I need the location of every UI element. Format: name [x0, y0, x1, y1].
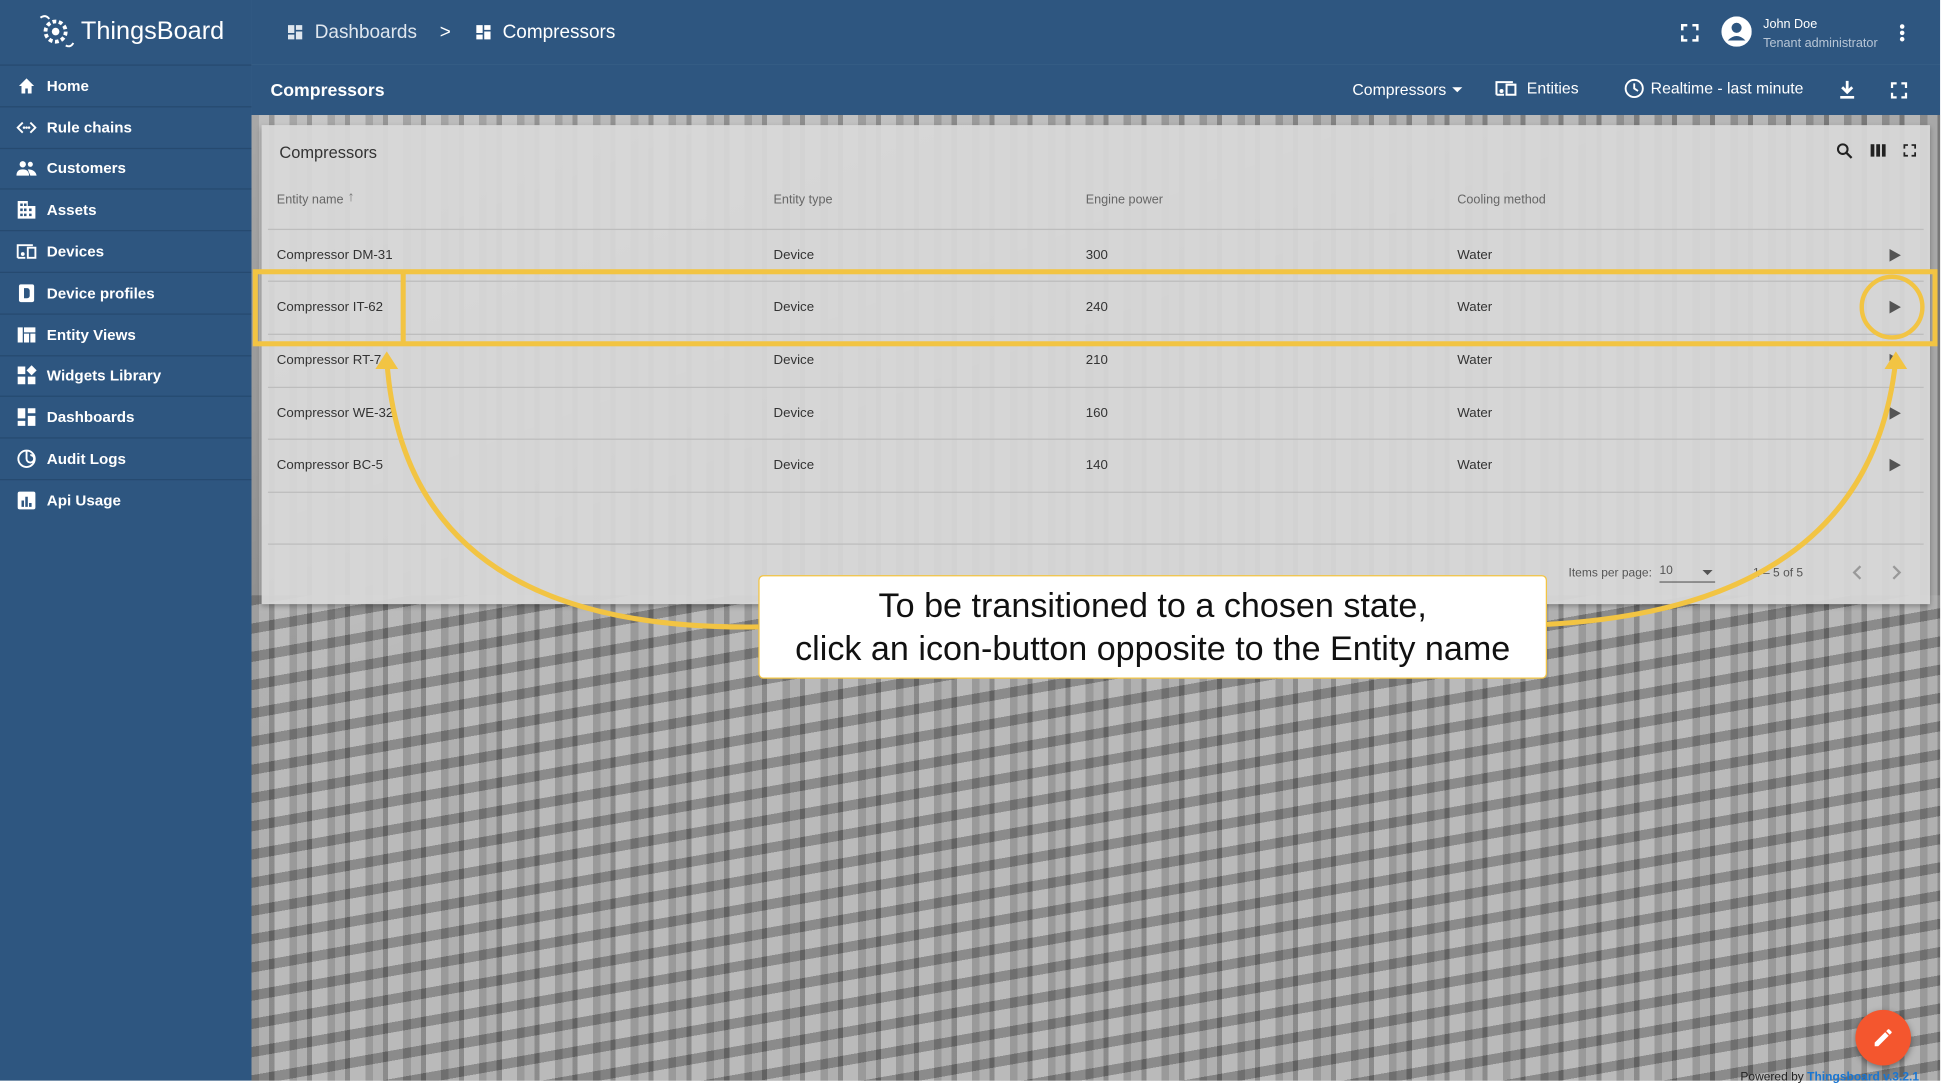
pencil-icon — [1874, 1029, 1892, 1047]
callout-box: To be transitioned to a chosen state, cl… — [758, 575, 1548, 679]
callout-line-2: click an icon-button opposite to the Ent… — [795, 629, 1511, 668]
powered-by: Powered by Thingsboard v.3.2.1 — [1740, 1071, 1919, 1084]
highlight-row-box — [252, 269, 1938, 347]
highlight-button-circle — [1859, 274, 1925, 340]
arrowhead-right — [1884, 351, 1908, 370]
annotation-overlay — [252, 269, 1938, 630]
edit-dashboard-button[interactable] — [1855, 1009, 1912, 1066]
powered-by-text: Powered by — [1740, 1070, 1804, 1084]
callout-line-1: To be transitioned to a chosen state, — [878, 586, 1427, 625]
arrowhead-left — [375, 351, 399, 370]
arrow-right — [1546, 358, 1899, 627]
thingsboard-link[interactable]: Thingsboard v.3.2.1 — [1807, 1071, 1919, 1084]
arrow-left — [384, 358, 759, 630]
